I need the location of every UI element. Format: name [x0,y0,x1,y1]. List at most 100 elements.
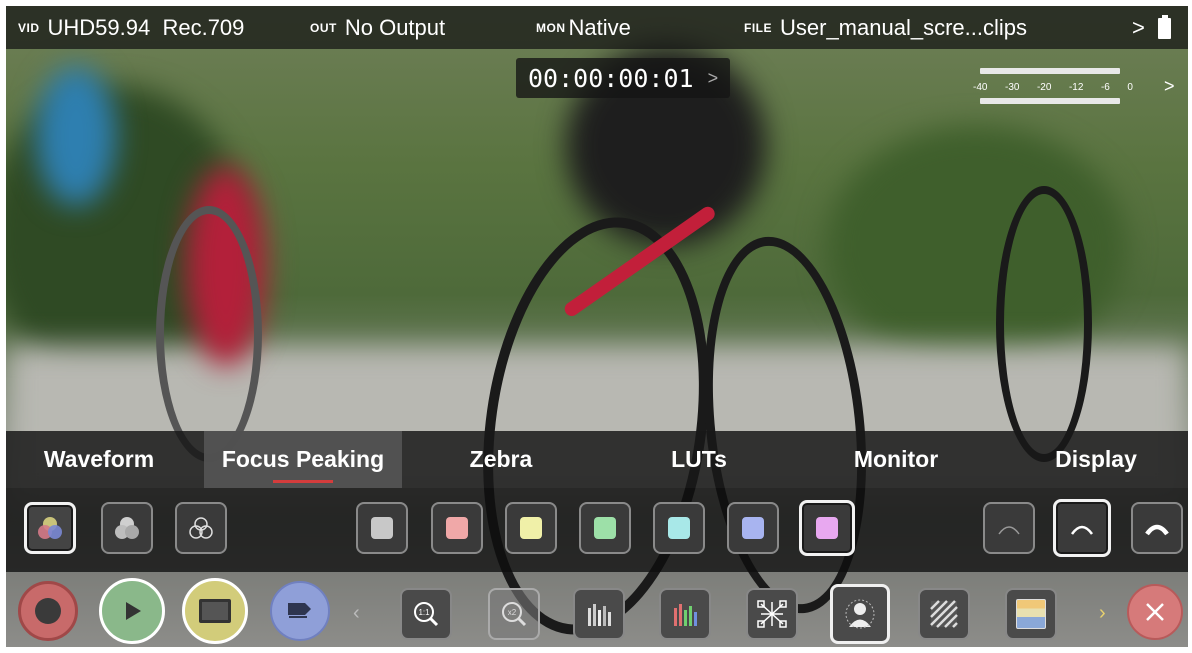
record-button[interactable] [18,581,78,641]
svg-text:x2: x2 [508,608,517,617]
outline-circles-icon [189,517,213,539]
waveform-icon [588,604,611,626]
gray-circles-icon [115,517,139,539]
peaking-color-mode-button[interactable] [24,502,76,554]
swatch [520,517,542,539]
chevron-right-icon[interactable]: > [1132,6,1145,49]
timecode-chevron-icon: > [707,67,719,88]
audio-meter-chevron-icon: > [1164,76,1175,96]
tab-label: Focus Peaking [221,446,385,472]
zebra-stripes-icon [930,600,958,628]
timecode-display[interactable]: 00:00:00:01 > [516,58,731,98]
meter-tick: 0 [1127,82,1133,93]
monitor-info[interactable]: MON Native [536,6,631,49]
false-color-icon [1016,599,1046,629]
arc-thick-icon [1145,524,1169,536]
left-bike-wheel [156,206,262,462]
active-tab-indicator [273,480,333,483]
focus-peaking-settings [6,488,1188,572]
tab-label: Zebra [469,446,533,472]
mon-value: Native [568,14,631,40]
chevron-right-tools-icon[interactable]: › [1099,602,1106,625]
swatch [668,517,690,539]
tag-icon [288,603,311,618]
rgb-parade-icon [674,604,697,626]
battery-icon [1158,15,1171,39]
waveform-luma-button[interactable] [573,588,625,640]
audio-meter-bar-1 [980,68,1120,74]
chevron-left-icon[interactable]: ‹ [353,602,360,625]
magnifier-icon: 1:1 [414,602,439,627]
close-button[interactable] [1127,584,1183,640]
audio-meter[interactable]: -40 -30 -20 -12 -6 0 > [968,62,1178,108]
vid-value: UHD59.94 Rec.709 [47,14,245,40]
swatch [742,517,764,539]
audio-meter-scale: -40 -30 -20 -12 -6 0 [973,82,1133,93]
playback-mode-button[interactable] [182,578,248,644]
swatch [594,517,616,539]
zoom-1-1-button[interactable]: 1:1 [400,588,452,640]
swatch [816,517,838,539]
waveform-rgb-button[interactable] [659,588,711,640]
tab-label: Monitor [853,446,939,472]
tab-zebra[interactable]: Zebra [446,431,556,488]
mon-label: MON [536,20,566,35]
peaking-outline-mode-button[interactable] [175,502,227,554]
rider-left-jersey [36,66,116,206]
meter-tick: -20 [1036,82,1052,93]
sensitivity-high-button[interactable] [1131,502,1183,554]
meter-tick: -12 [1068,82,1084,93]
network-button[interactable] [746,588,798,640]
peaking-color-gray[interactable] [356,502,408,554]
output-info[interactable]: OUT No Output [310,6,445,49]
file-info[interactable]: FILE User_manual_scre...clips [744,6,1027,49]
false-color-button[interactable] [1005,588,1057,640]
person-peaking-icon [845,599,875,629]
swatch [371,517,393,539]
magnifier-x2-icon: x2 [502,602,527,627]
close-icon [1146,603,1164,621]
bottom-toolbar: ‹ 1:1 x2 › [6,572,1188,647]
sensitivity-medium-button[interactable] [1053,499,1111,557]
play-button[interactable] [99,578,165,644]
peaking-color-green[interactable] [579,502,631,554]
peaking-color-magenta[interactable] [799,500,855,556]
meter-tick: -40 [973,82,988,93]
meter-tick: -6 [1100,82,1110,93]
arc-thin-icon [998,526,1020,535]
play-icon [126,602,141,620]
out-label: OUT [310,20,337,35]
sensitivity-low-button[interactable] [983,502,1035,554]
tag-button[interactable] [270,581,330,641]
audio-meter-bar-2 [980,98,1120,104]
zoom-x2-button[interactable]: x2 [488,588,540,640]
zebra-button[interactable] [918,588,970,640]
swatch [446,517,468,539]
peaking-color-red[interactable] [431,502,483,554]
peaking-color-blue[interactable] [727,502,779,554]
arc-medium-icon [1070,525,1094,535]
vid-label: VID [18,20,40,35]
record-icon [35,598,61,624]
tab-waveform[interactable]: Waveform [34,431,164,488]
tab-display[interactable]: Display [1036,431,1156,488]
peaking-color-cyan[interactable] [653,502,705,554]
svg-text:1:1: 1:1 [418,608,430,617]
tab-label: Waveform [43,446,155,472]
tab-luts[interactable]: LUTs [644,431,754,488]
file-label: FILE [744,20,772,35]
tab-focus-peaking[interactable]: Focus Peaking [204,431,402,488]
peaking-mono-mode-button[interactable] [101,502,153,554]
tab-monitor[interactable]: Monitor [836,431,956,488]
peaking-color-yellow[interactable] [505,502,557,554]
tab-label: Display [1055,446,1137,472]
status-bar: VID UHD59.94 Rec.709 OUT No Output MON N… [6,6,1188,49]
screen-icon [199,599,231,623]
monitor-screen: VID UHD59.94 Rec.709 OUT No Output MON N… [6,6,1188,647]
rgb-circles-icon [38,517,62,539]
video-input-info[interactable]: VID UHD59.94 Rec.709 [18,6,244,49]
right-bike-wheel [996,186,1092,462]
menu-tabs: Waveform Focus Peaking Zebra LUTs Monito… [6,431,1188,488]
network-icon [757,600,787,628]
focus-peaking-button[interactable] [830,584,890,644]
